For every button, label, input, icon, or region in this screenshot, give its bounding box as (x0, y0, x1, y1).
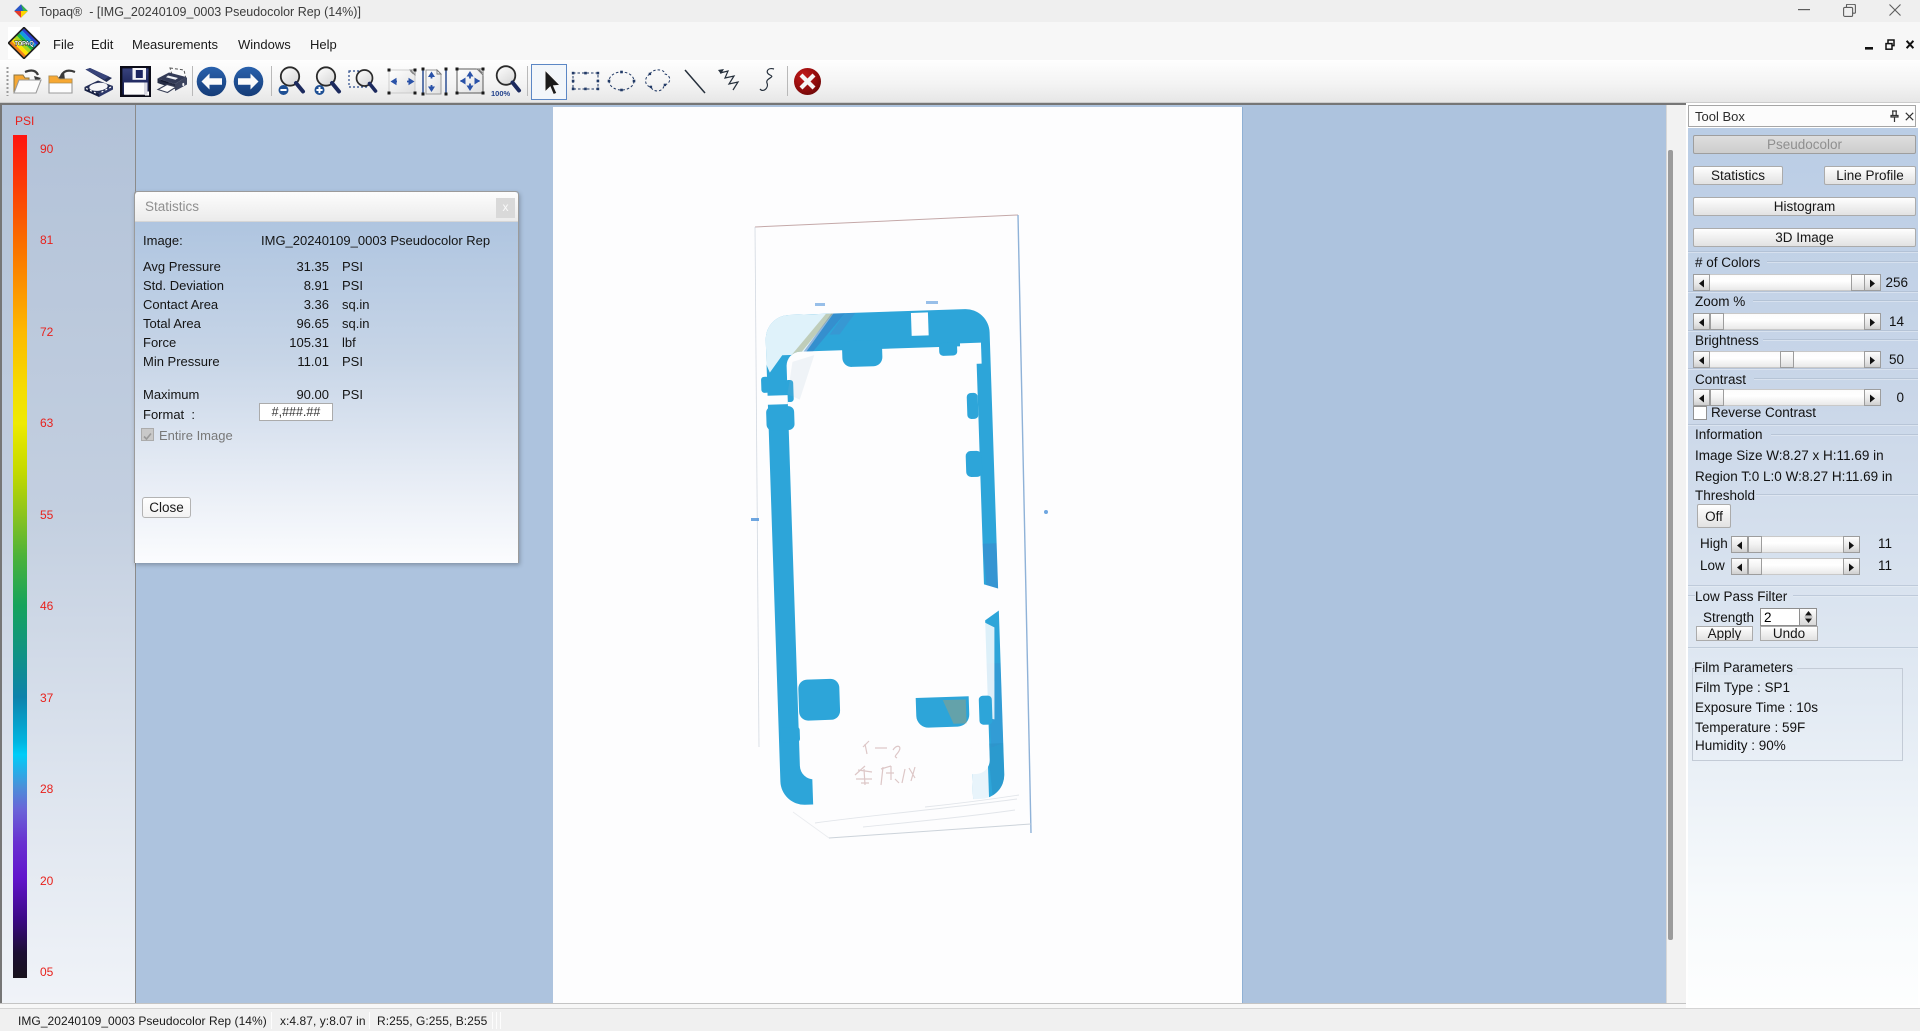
svg-text:100%: 100% (491, 89, 511, 98)
svg-text:TOPAQ: TOPAQ (14, 41, 34, 47)
